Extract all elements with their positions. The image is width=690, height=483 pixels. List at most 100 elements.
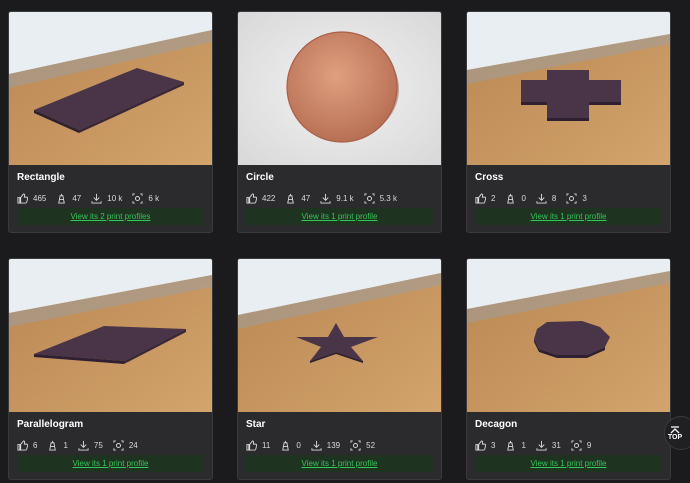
likes-count: 422: [262, 193, 276, 203]
make-icon: [282, 440, 290, 451]
model-title[interactable]: Star: [246, 419, 265, 430]
views-count: 9: [586, 440, 592, 450]
likes-stat: 2: [475, 192, 496, 204]
chevron-up-icon: [670, 425, 680, 433]
downloads-stat: 10 k: [91, 193, 122, 204]
model-card-circle[interactable]: Circle 422 47 9.1 k 5.3 k View its 1 pri…: [237, 11, 442, 233]
download-icon: [91, 193, 102, 204]
makes-count: 1: [63, 440, 68, 450]
makes-count: 0: [521, 193, 526, 203]
views-stat: 24: [113, 439, 138, 451]
makes-stat: 1: [505, 440, 526, 451]
view-icon: [364, 192, 375, 204]
model-thumbnail[interactable]: [9, 259, 212, 412]
model-title[interactable]: Rectangle: [17, 172, 65, 183]
download-icon: [320, 193, 331, 204]
thumbs-up-icon: [17, 192, 28, 204]
model-stats: 2 0 8 3: [475, 192, 597, 204]
view-icon: [132, 192, 143, 204]
makes-stat: 47: [285, 193, 310, 204]
makes-count: 47: [301, 193, 311, 203]
views-count: 6 k: [148, 193, 160, 203]
views-count: 52: [366, 440, 376, 450]
downloads-count: 8: [551, 193, 557, 203]
thumbs-up-icon: [17, 439, 28, 451]
model-card-rectangle[interactable]: Rectangle 465 47 10 k 6 k View its 2 pri…: [8, 11, 213, 233]
model-title[interactable]: Circle: [246, 172, 274, 183]
print-profiles-link[interactable]: View its 1 print profile: [17, 455, 204, 472]
likes-stat: 465: [17, 192, 47, 204]
downloads-count: 31: [551, 440, 561, 450]
back-to-top-button[interactable]: TOP: [664, 416, 690, 450]
model-stats: 6 1 75 24: [17, 439, 148, 451]
views-stat: 5.3 k: [364, 192, 397, 204]
back-to-top-label: TOP: [667, 433, 683, 441]
thumbs-up-icon: [475, 192, 486, 204]
model-title[interactable]: Decagon: [475, 419, 517, 430]
model-stats: 422 47 9.1 k 5.3 k: [246, 192, 407, 204]
print-profiles-link[interactable]: View its 1 print profile: [475, 455, 662, 472]
downloads-stat: 8: [536, 193, 556, 204]
model-thumbnail[interactable]: [9, 12, 212, 165]
downloads-stat: 139: [311, 440, 340, 451]
print-profiles-link[interactable]: View its 2 print profiles: [17, 208, 204, 225]
downloads-count: 75: [93, 440, 103, 450]
download-icon: [78, 440, 89, 451]
model-thumbnail[interactable]: [467, 259, 670, 412]
likes-count: 465: [33, 193, 47, 203]
downloads-stat: 31: [536, 440, 561, 451]
makes-count: 47: [72, 193, 82, 203]
views-stat: 52: [350, 439, 376, 451]
download-icon: [536, 440, 547, 451]
model-stats: 11 0 139 52: [246, 439, 385, 451]
make-icon: [507, 440, 515, 451]
views-stat: 6 k: [132, 192, 160, 204]
downloads-stat: 9.1 k: [320, 193, 354, 204]
model-card-decagon[interactable]: Decagon 3 1 31 9 View its 1 print profil…: [466, 258, 671, 480]
download-icon: [536, 193, 547, 204]
print-profiles-link[interactable]: View its 1 print profile: [246, 208, 433, 225]
likes-count: 2: [491, 193, 496, 203]
thumbs-up-icon: [475, 439, 486, 451]
likes-count: 6: [33, 440, 38, 450]
print-profiles-link[interactable]: View its 1 print profile: [246, 455, 433, 472]
makes-stat: 1: [47, 440, 68, 451]
makes-stat: 0: [505, 193, 526, 204]
thumbs-up-icon: [246, 439, 257, 451]
make-icon: [49, 440, 57, 451]
model-title[interactable]: Cross: [475, 172, 503, 183]
likes-stat: 11: [246, 439, 271, 451]
print-profiles-link[interactable]: View its 1 print profile: [475, 208, 662, 225]
model-card-cross[interactable]: Cross 2 0 8 3 View its 1 print profile: [466, 11, 671, 233]
downloads-count: 9.1 k: [336, 193, 354, 203]
model-card-star[interactable]: Star 11 0 139 52 View its 1 print profil…: [237, 258, 442, 480]
model-title[interactable]: Parallelogram: [17, 419, 83, 430]
likes-count: 3: [491, 440, 496, 450]
model-thumbnail[interactable]: [467, 12, 670, 165]
model-thumbnail[interactable]: [238, 12, 441, 165]
makes-count: 0: [296, 440, 301, 450]
views-count: 3: [582, 193, 587, 203]
view-icon: [566, 192, 577, 204]
model-thumbnail[interactable]: [238, 259, 441, 412]
make-icon: [507, 193, 515, 204]
likes-stat: 422: [246, 192, 276, 204]
views-stat: 9: [571, 439, 592, 451]
view-icon: [571, 439, 582, 451]
model-stats: 3 1 31 9: [475, 439, 601, 451]
model-card-parallelogram[interactable]: Parallelogram 6 1 75 24 View its 1 print…: [8, 258, 213, 480]
make-icon: [58, 193, 66, 204]
likes-stat: 3: [475, 439, 496, 451]
downloads-count: 10 k: [107, 193, 123, 203]
model-stats: 465 47 10 k 6 k: [17, 192, 169, 204]
likes-stat: 6: [17, 439, 38, 451]
likes-count: 11: [262, 440, 271, 450]
views-count: 24: [128, 440, 138, 450]
makes-stat: 0: [280, 440, 301, 451]
view-icon: [350, 439, 361, 451]
makes-count: 1: [521, 440, 526, 450]
download-icon: [311, 440, 322, 451]
model-grid: Rectangle 465 47 10 k 6 k View its 2 pri…: [0, 0, 690, 483]
makes-stat: 47: [56, 193, 81, 204]
thumbs-up-icon: [246, 192, 257, 204]
